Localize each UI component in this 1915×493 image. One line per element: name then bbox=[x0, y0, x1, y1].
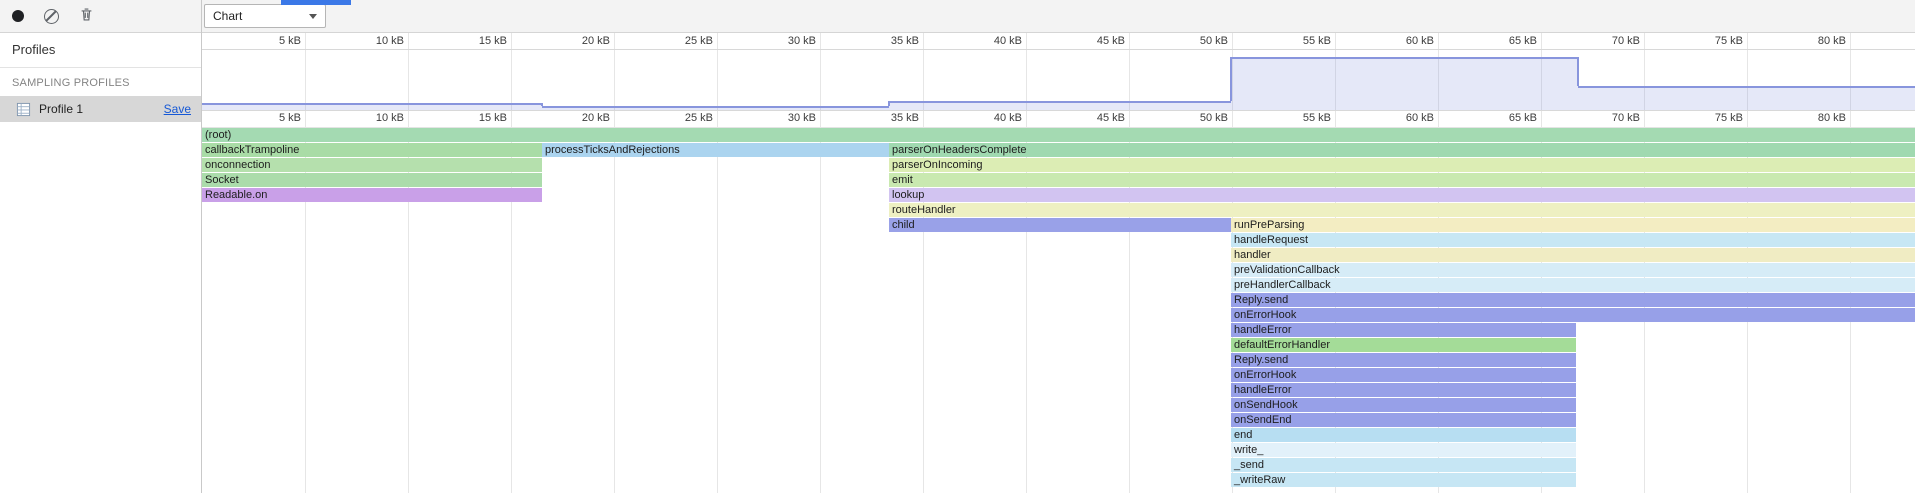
overview-segment bbox=[1231, 57, 1578, 110]
flame-frame[interactable]: preHandlerCallback bbox=[1231, 278, 1915, 292]
overview-step bbox=[1230, 57, 1232, 101]
chart-view-select-value: Chart bbox=[213, 9, 242, 23]
memory-overview[interactable] bbox=[202, 49, 1915, 111]
overview-segment bbox=[889, 101, 1231, 110]
ruler-label: 50 kB bbox=[1168, 35, 1228, 47]
flame-frame[interactable]: lookup bbox=[889, 188, 1915, 202]
flame-frame[interactable]: handleError bbox=[1231, 323, 1576, 337]
ruler-label: 10 kB bbox=[344, 112, 404, 124]
flame-frame[interactable]: handleError bbox=[1231, 383, 1576, 397]
ruler-label: 25 kB bbox=[653, 112, 713, 124]
flame-frame[interactable]: onSendHook bbox=[1231, 398, 1576, 412]
ruler-label: 10 kB bbox=[344, 35, 404, 47]
sidebar-divider bbox=[201, 0, 202, 493]
flame-frame[interactable]: _writeRaw bbox=[1231, 473, 1576, 487]
flame-frame[interactable]: emit bbox=[889, 173, 1915, 187]
toolbar: Chart bbox=[0, 0, 1915, 33]
ruler-label: 25 kB bbox=[653, 35, 713, 47]
chart-pane: 5 kB 10 kB 15 kB 20 kB 25 kB 30 kB 35 kB 40 kB 4… bbox=[202, 33, 1915, 493]
save-link[interactable]: Save bbox=[164, 102, 191, 116]
flame-frame[interactable]: parserOnIncoming bbox=[889, 158, 1915, 172]
flame-frame[interactable]: onErrorHook bbox=[1231, 308, 1915, 322]
flame-frame[interactable]: handleRequest bbox=[1231, 233, 1915, 247]
ruler-label: 70 kB bbox=[1580, 35, 1640, 47]
ruler-label: 60 kB bbox=[1374, 35, 1434, 47]
flame-frame[interactable]: handler bbox=[1231, 248, 1915, 262]
delete-profile-button[interactable] bbox=[77, 5, 96, 27]
ruler-label: 80 kB bbox=[1786, 112, 1846, 124]
ruler-top: 5 kB 10 kB 15 kB 20 kB 25 kB 30 kB 35 kB 40 kB 4… bbox=[202, 33, 1915, 50]
clear-icon bbox=[44, 9, 59, 24]
flame-frame[interactable]: preValidationCallback bbox=[1231, 263, 1915, 277]
ruler-label: 15 kB bbox=[447, 112, 507, 124]
ruler-label: 30 kB bbox=[756, 35, 816, 47]
profiles-title: Profiles bbox=[0, 33, 201, 68]
ruler-label: 40 kB bbox=[962, 112, 1022, 124]
flame-frame[interactable]: onErrorHook bbox=[1231, 368, 1576, 382]
profile-icon bbox=[16, 102, 31, 117]
ruler-label: 5 kB bbox=[241, 112, 301, 124]
ruler-bottom: 5 kB 10 kB 15 kB 20 kB 25 kB 30 kB 35 kB 40 kB 4… bbox=[202, 110, 1915, 128]
ruler-label: 35 kB bbox=[859, 112, 919, 124]
ruler-label: 55 kB bbox=[1271, 112, 1331, 124]
flame-frame[interactable]: write_ bbox=[1231, 443, 1576, 457]
ruler-label: 45 kB bbox=[1065, 35, 1125, 47]
record-icon bbox=[12, 10, 24, 22]
flame-frame[interactable]: defaultErrorHandler bbox=[1231, 338, 1576, 352]
flame-frame[interactable]: parserOnHeadersComplete bbox=[889, 143, 1915, 157]
trash-icon bbox=[79, 7, 94, 25]
overview-segment bbox=[1578, 86, 1915, 110]
ruler-label: 75 kB bbox=[1683, 35, 1743, 47]
flame-frame[interactable]: processTicksAndRejections bbox=[542, 143, 889, 157]
chart-view-select[interactable]: Chart bbox=[204, 4, 326, 28]
flame-frame[interactable]: callbackTrampoline bbox=[202, 143, 542, 157]
profile-item[interactable]: Profile 1 Save bbox=[0, 96, 201, 122]
ruler-label: 70 kB bbox=[1580, 112, 1640, 124]
ruler-label: 35 kB bbox=[859, 35, 919, 47]
ruler-label: 45 kB bbox=[1065, 112, 1125, 124]
flame-frame[interactable]: _send bbox=[1231, 458, 1576, 472]
flame-chart: (root)callbackTrampolineprocessTicksAndR… bbox=[202, 128, 1915, 493]
sidebar: Profiles SAMPLING PROFILES Profile 1 Sav… bbox=[0, 33, 201, 493]
flame-frame[interactable]: (root) bbox=[202, 128, 1915, 142]
ruler-label: 30 kB bbox=[756, 112, 816, 124]
flame-frame[interactable]: child bbox=[889, 218, 1231, 232]
flame-frame[interactable]: Socket bbox=[202, 173, 542, 187]
ruler-label: 80 kB bbox=[1786, 35, 1846, 47]
overview-segment bbox=[202, 103, 542, 110]
toolbar-buttons bbox=[10, 0, 96, 32]
ruler-label: 50 kB bbox=[1168, 112, 1228, 124]
ruler-label: 65 kB bbox=[1477, 112, 1537, 124]
overview-step bbox=[541, 103, 543, 106]
flame-frame[interactable]: end bbox=[1231, 428, 1576, 442]
ruler-label: 55 kB bbox=[1271, 35, 1331, 47]
flame-frame[interactable]: Reply.send bbox=[1231, 293, 1915, 307]
flame-frame[interactable]: routeHandler bbox=[889, 203, 1915, 217]
profile-name: Profile 1 bbox=[39, 102, 83, 116]
chevron-down-icon bbox=[309, 14, 317, 19]
active-tab-indicator bbox=[281, 0, 351, 5]
ruler-label: 20 kB bbox=[550, 35, 610, 47]
record-button[interactable] bbox=[10, 8, 26, 24]
flame-frame[interactable]: onSendEnd bbox=[1231, 413, 1576, 427]
clear-profiles-button[interactable] bbox=[42, 7, 61, 26]
ruler-label: 40 kB bbox=[962, 35, 1022, 47]
memory-profiler-panel: Chart Profiles SAMPLING PROFILES Profile… bbox=[0, 0, 1915, 493]
ruler-label: 65 kB bbox=[1477, 35, 1537, 47]
flame-frame[interactable]: onconnection bbox=[202, 158, 542, 172]
sampling-profiles-header: SAMPLING PROFILES bbox=[0, 68, 201, 94]
flame-frame[interactable]: runPreParsing bbox=[1231, 218, 1915, 232]
ruler-label: 60 kB bbox=[1374, 112, 1434, 124]
ruler-label: 15 kB bbox=[447, 35, 507, 47]
ruler-label: 75 kB bbox=[1683, 112, 1743, 124]
flame-frame[interactable]: Reply.send bbox=[1231, 353, 1576, 367]
ruler-label: 20 kB bbox=[550, 112, 610, 124]
overview-step bbox=[1577, 57, 1579, 86]
flame-frame[interactable]: Readable.on bbox=[202, 188, 542, 202]
overview-step bbox=[888, 101, 890, 106]
ruler-label: 5 kB bbox=[241, 35, 301, 47]
